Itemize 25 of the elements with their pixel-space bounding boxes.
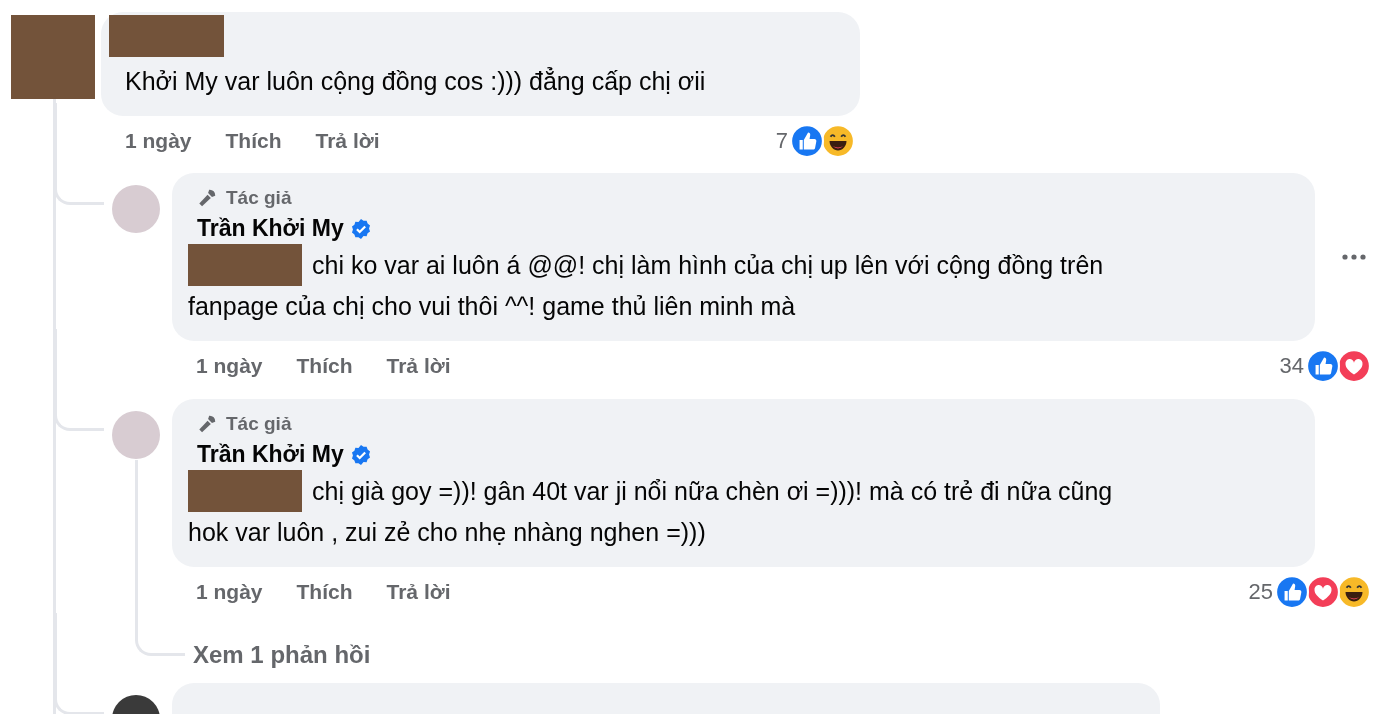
comment-time[interactable]: 1 ngày xyxy=(196,580,263,604)
reply-link[interactable]: Trả lời xyxy=(386,354,451,378)
comment-time[interactable]: 1 ngày xyxy=(125,129,192,153)
author-role-label: Tác giả xyxy=(226,187,292,209)
comment-time[interactable]: 1 ngày xyxy=(196,354,263,378)
reply-link[interactable]: Trả lời xyxy=(386,580,451,604)
reaction-count[interactable]: 34 xyxy=(1279,353,1304,379)
reaction-count[interactable]: 7 xyxy=(775,128,788,154)
comment-text: chi ko var ai luôn á @@! chị làm hình của chị up lên với cộng đồng trên xyxy=(312,249,1104,281)
like-link[interactable]: Thích xyxy=(296,354,353,378)
comment-text: Khởi My var luôn cộng đồng cos :))) đẳng cấp chị ơii xyxy=(124,66,707,97)
view-replies-link[interactable]: Xem 1 phản hồi xyxy=(193,641,371,669)
comment-text: chị già goy =))! gân 40t var ji nổi nữa chèn ơi =)))! mà có trẻ đi nữa cũng xyxy=(312,475,1113,507)
like-link[interactable]: Thích xyxy=(296,580,353,604)
comment-text: fanpage của chị cho vui thôi ^^! game thủ liên minh mà xyxy=(188,291,796,322)
reaction-count[interactable]: 25 xyxy=(1248,579,1273,605)
more-options-icon[interactable] xyxy=(1341,253,1367,261)
microphone-icon xyxy=(196,187,218,209)
author-role-label: Tác giả xyxy=(226,413,292,435)
microphone-icon xyxy=(196,413,218,435)
like-link[interactable]: Thích xyxy=(225,129,282,153)
comment-text: hok var luôn , zui zẻ cho nhẹ nhàng nghen =))) xyxy=(188,517,706,548)
author-name[interactable]: Trần Khởi My xyxy=(197,215,344,242)
author-name[interactable]: Trần Khởi My xyxy=(197,441,344,468)
reply-link[interactable]: Trả lời xyxy=(315,129,380,153)
